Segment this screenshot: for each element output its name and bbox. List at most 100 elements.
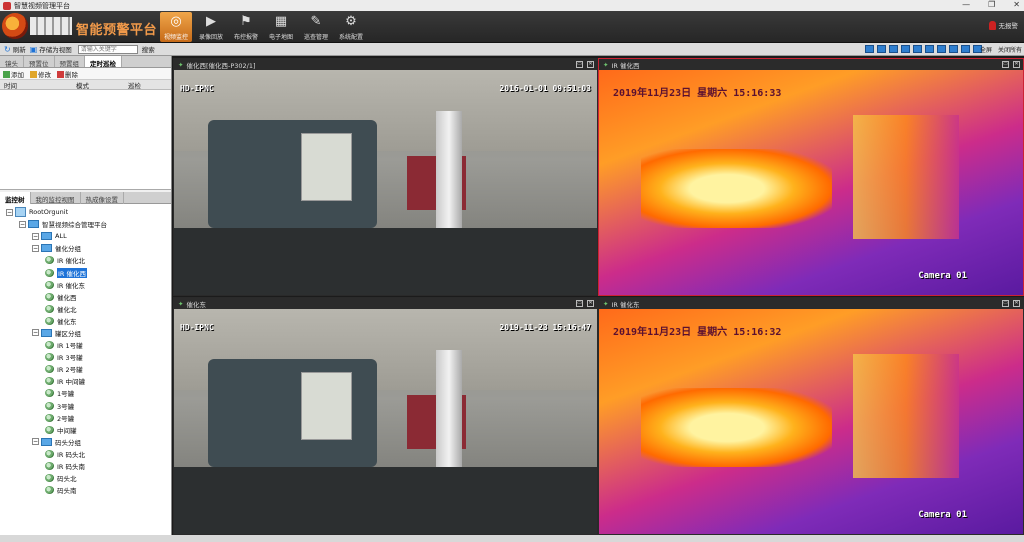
tree-camera-item[interactable]: IR 码头南 — [0, 460, 171, 472]
collapse-icon[interactable]: − — [19, 220, 26, 228]
video-frame[interactable]: HD-IPNC 2016-01-01 09:51:03 — [174, 70, 597, 295]
video-pane[interactable]: ✦ 催化东 ▭ ✕ HD-IPNC 2019-11-23 15:16:47 — [173, 297, 598, 535]
video-pane[interactable]: ✦ 催化西[催化西-P302/1] ▭ ✕ HD-IPNC 2016-01-01… — [173, 58, 598, 296]
close-icon[interactable]: ✕ — [587, 61, 594, 68]
col-patrol[interactable]: 巡检 — [124, 80, 141, 90]
camera-icon: ✦ — [603, 299, 609, 308]
module-gear[interactable]: ⚙ 系统配置 — [335, 12, 367, 42]
col-mode[interactable]: 模式 — [72, 80, 124, 90]
search-button[interactable]: 搜索 — [142, 44, 155, 54]
snapshot-icon[interactable]: ▭ — [576, 61, 583, 68]
save-icon: ▣ — [29, 44, 38, 54]
tree-camera-item[interactable]: IR 催化西 — [0, 266, 171, 278]
tree-camera-item[interactable]: 催化东 — [0, 315, 171, 327]
collapse-icon[interactable]: − — [32, 232, 39, 240]
video-frame[interactable]: HD-IPNC 2019-11-23 15:16:47 — [174, 309, 597, 534]
layout-1-icon[interactable] — [865, 45, 874, 53]
camera-icon — [45, 486, 54, 495]
layout-6-icon[interactable] — [889, 45, 898, 53]
edit-button[interactable]: 修改 — [30, 69, 51, 79]
camera-icon: ✦ — [178, 60, 184, 69]
video-frame[interactable]: 2019年11月23日 星期六 15:16:33 Camera 01 — [599, 70, 1023, 295]
search-input[interactable] — [77, 44, 138, 54]
close-icon[interactable]: ✕ — [1013, 300, 1020, 307]
module-patrol[interactable]: ✎ 巡查管理 — [300, 12, 332, 42]
tree-camera-item[interactable]: 催化西 — [0, 291, 171, 303]
layout-8-icon[interactable] — [901, 45, 910, 53]
tab-left-1[interactable]: 预置位 — [24, 56, 55, 68]
collapse-icon[interactable]: − — [32, 329, 39, 337]
layout-4-icon[interactable] — [877, 45, 886, 53]
video-pane-header: ✦ 催化西[催化西-P302/1] ▭ ✕ — [174, 59, 597, 70]
tree-tabs: 监控树 我的监控视图 热成像设置 — [0, 191, 171, 204]
folder-icon — [28, 220, 39, 229]
module-map[interactable]: ▦ 电子地图 — [265, 12, 297, 42]
brand-title: 智能预警平台 — [76, 23, 158, 38]
layout-16-icon[interactable] — [949, 45, 958, 53]
film-icon: ▶ — [206, 14, 216, 29]
layout-10-icon[interactable] — [925, 45, 934, 53]
collapse-icon[interactable]: − — [32, 438, 39, 446]
delete-button[interactable]: 删除 — [57, 69, 78, 79]
tree-camera-item[interactable]: 1号罐 — [0, 387, 171, 399]
tab-tree-2[interactable]: 热成像设置 — [81, 191, 124, 204]
tree-camera-item[interactable]: IR 2号罐 — [0, 363, 171, 375]
video-pane[interactable]: ✦ IR 催化西 ▭ ✕ 2019年11月23日 星期六 15:16:33 Ca… — [598, 58, 1024, 296]
tree-group-item[interactable]: − 催化分组 — [0, 242, 171, 254]
module-film[interactable]: ▶ 录像回放 — [195, 12, 227, 42]
tab-tree-1[interactable]: 我的监控视图 — [31, 191, 81, 204]
video-pane[interactable]: ✦ IR 催化东 ▭ ✕ 2019年11月23日 星期六 15:16:32 Ca… — [598, 297, 1024, 535]
close-all-button[interactable]: 关闭所有 — [998, 45, 1022, 54]
snapshot-icon[interactable]: ▭ — [1002, 300, 1009, 307]
tree-item-label: 码头北 — [57, 475, 77, 484]
module-label: 系统配置 — [338, 34, 363, 41]
tree-camera-item[interactable]: IR 码头北 — [0, 448, 171, 460]
refresh-button[interactable]: ↻ 刷新 — [4, 44, 26, 55]
tab-left-3[interactable]: 定时巡检 — [85, 56, 122, 68]
tree-camera-item[interactable]: 2号罐 — [0, 412, 171, 424]
layout-13-icon[interactable] — [937, 45, 946, 53]
layout-9-icon[interactable] — [913, 45, 922, 53]
tree-group-item[interactable]: − 智慧视频综合管理平台 — [0, 218, 171, 230]
tree-camera-item[interactable]: 催化北 — [0, 303, 171, 315]
close-icon[interactable]: ✕ — [1013, 61, 1020, 68]
tab-left-0[interactable]: 镜头 — [0, 56, 24, 68]
module-label: 布控报警 — [233, 34, 258, 41]
save-view-button[interactable]: ▣ 存储为视图 — [29, 44, 72, 55]
alarm-indicator[interactable]: 无报警 — [988, 20, 1018, 30]
minimize-icon[interactable]: — — [962, 0, 970, 9]
add-button[interactable]: 添加 — [3, 69, 24, 79]
maximize-icon[interactable]: ❐ — [988, 0, 995, 9]
tree-camera-item[interactable]: 中间罐 — [0, 424, 171, 436]
module-camera-lens[interactable]: ◎ 视频监控 — [160, 12, 192, 42]
tree-camera-item[interactable]: IR 1号罐 — [0, 339, 171, 351]
tree-camera-item[interactable]: IR 催化北 — [0, 254, 171, 266]
tree-group-item[interactable]: − 码头分组 — [0, 436, 171, 448]
tree-camera-item[interactable]: 码头南 — [0, 484, 171, 496]
layout-25-icon[interactable] — [961, 45, 970, 53]
tree-camera-item[interactable]: 码头北 — [0, 472, 171, 484]
tree-camera-item[interactable]: IR 中间罐 — [0, 375, 171, 387]
tab-left-2[interactable]: 预置组 — [55, 56, 85, 68]
collapse-icon[interactable]: − — [6, 208, 13, 216]
snapshot-icon[interactable]: ▭ — [576, 300, 583, 307]
tab-tree-0[interactable]: 监控树 — [0, 191, 31, 204]
close-icon[interactable]: ✕ — [1013, 0, 1020, 9]
tree-camera-item[interactable]: IR 3号罐 — [0, 351, 171, 363]
tree-camera-item[interactable]: 3号罐 — [0, 400, 171, 412]
patrol-icon: ✎ — [310, 14, 322, 29]
tree-group-item[interactable]: − RootOrgunit — [0, 206, 171, 218]
fullscreen-button[interactable]: 全屏 — [980, 45, 992, 54]
camera-icon — [45, 389, 54, 398]
camera-icon: ✦ — [603, 60, 609, 69]
snapshot-icon[interactable]: ▭ — [1002, 61, 1009, 68]
patrol-list[interactable] — [0, 90, 171, 190]
video-frame[interactable]: 2019年11月23日 星期六 15:16:32 Camera 01 — [599, 309, 1023, 534]
close-icon[interactable]: ✕ — [587, 300, 594, 307]
tree-camera-item[interactable]: IR 催化东 — [0, 279, 171, 291]
tree-group-item[interactable]: − ALL — [0, 230, 171, 242]
tree-group-item[interactable]: − 罐区分组 — [0, 327, 171, 339]
module-alarm[interactable]: ⚑ 布控报警 — [230, 12, 262, 42]
collapse-icon[interactable]: − — [32, 244, 39, 252]
col-time[interactable]: 时间 — [0, 80, 72, 90]
